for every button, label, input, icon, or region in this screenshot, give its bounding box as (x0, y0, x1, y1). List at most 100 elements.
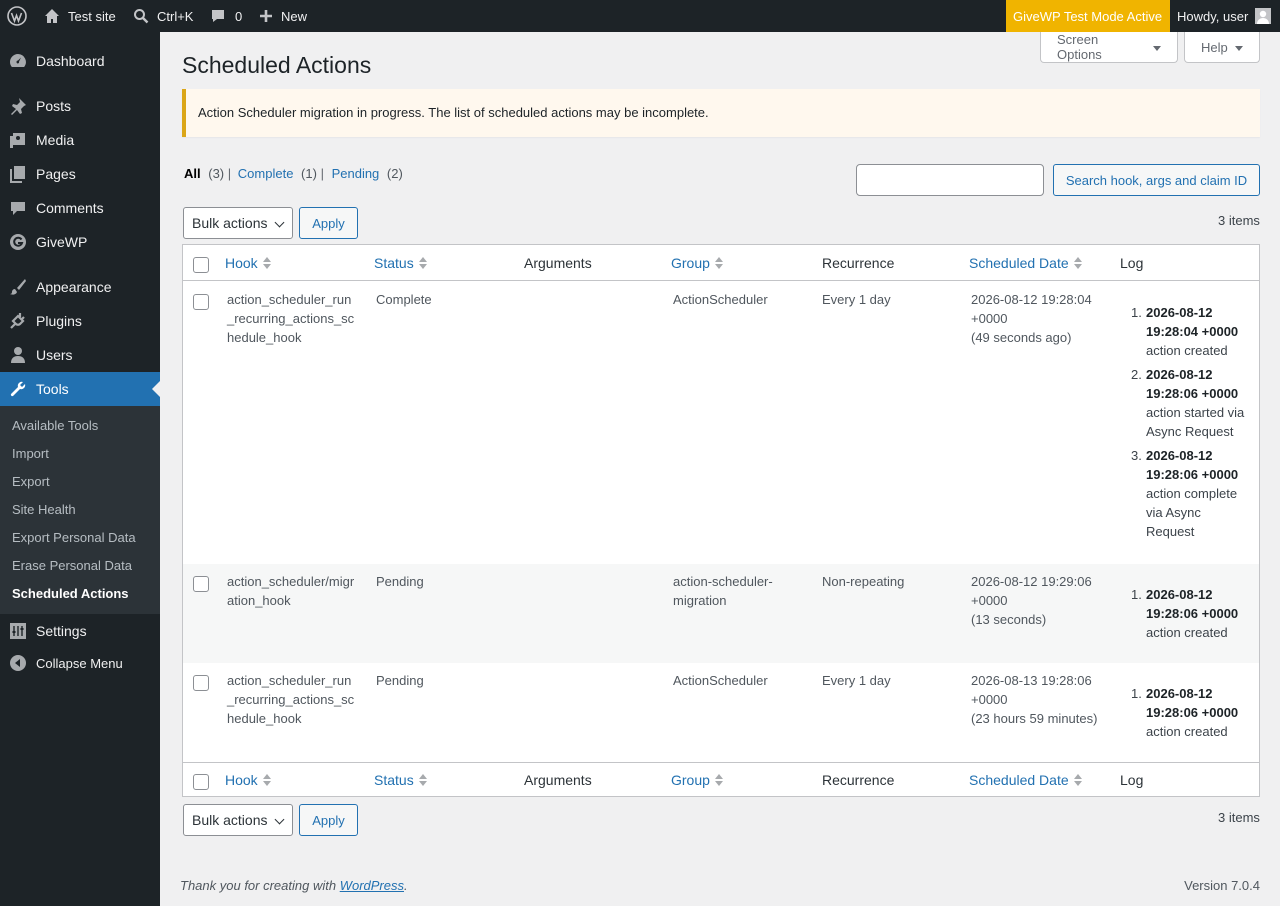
view-pending-count: (2) (386, 166, 403, 181)
column-hook-header[interactable]: Hook (225, 255, 271, 271)
column-arguments-header: Arguments (524, 772, 592, 788)
sidebar-item-dashboard[interactable]: Dashboard (0, 44, 160, 78)
collapse-menu-label: Collapse Menu (36, 655, 123, 671)
recurrence-cell: Non-repeating (822, 574, 905, 589)
column-scheduled-date-header[interactable]: Scheduled Date (969, 772, 1082, 788)
hook-cell[interactable]: action_scheduler_run _recurring_actions_s… (227, 671, 354, 728)
column-group-label[interactable]: Group (671, 772, 710, 788)
sort-icon (418, 774, 427, 786)
log-cell: 1. 2026-08-12 19:28:06 +0000 action created (1131, 684, 1254, 746)
recurrence-cell: Every 1 day (822, 673, 891, 688)
column-arguments-header: Arguments (524, 255, 592, 271)
new-content-link[interactable]: New (259, 0, 307, 32)
bulk-actions-select-bottom[interactable]: Bulk actions (183, 804, 293, 836)
sidebar-item-media[interactable]: Media (0, 123, 160, 157)
wordpress-link[interactable]: WordPress (340, 878, 404, 893)
sort-icon (262, 257, 271, 269)
apply-button-bottom[interactable]: Apply (299, 804, 358, 836)
sidebar-item-givewp[interactable]: GiveWP (0, 225, 160, 259)
hook-cell[interactable]: action_scheduler/migr ation_hook (227, 572, 354, 610)
column-group-header[interactable]: Group (671, 772, 723, 788)
notice-text: Action Scheduler migration in progress. … (198, 105, 709, 120)
submenu-scheduled-actions[interactable]: Scheduled Actions (12, 586, 129, 601)
sidebar-item-posts[interactable]: Posts (0, 89, 160, 123)
wordpress-logo-icon[interactable] (7, 0, 27, 32)
row-checkbox[interactable] (193, 576, 209, 592)
column-scheduled-date-label[interactable]: Scheduled Date (969, 772, 1069, 788)
hook-cell[interactable]: action_scheduler_run _recurring_actions_s… (227, 290, 354, 347)
column-status-label[interactable]: Status (374, 255, 414, 271)
column-status-header[interactable]: Status (374, 255, 427, 271)
media-icon (9, 131, 27, 149)
column-status-label[interactable]: Status (374, 772, 414, 788)
column-group-header[interactable]: Group (671, 255, 723, 271)
sidebar-item-label: Appearance (36, 279, 112, 295)
help-label: Help (1201, 39, 1228, 55)
status-cell: Complete (376, 292, 432, 307)
submenu-import[interactable]: Import (12, 446, 49, 461)
givewp-test-mode-badge[interactable]: GiveWP Test Mode Active (1006, 0, 1171, 32)
log-entry: 3. 2026-08-12 19:28:06 +0000 action complet… (1131, 448, 1239, 539)
column-hook-label[interactable]: Hook (225, 772, 258, 788)
sidebar-item-appearance[interactable]: Appearance (0, 270, 160, 304)
row-checkbox[interactable] (193, 675, 209, 691)
submenu-available-tools[interactable]: Available Tools (12, 418, 98, 433)
apply-button-top[interactable]: Apply (299, 207, 358, 239)
select-all-checkbox[interactable] (193, 774, 209, 790)
sidebar-item-settings[interactable]: Settings (0, 614, 160, 648)
group-cell: ActionScheduler (673, 292, 768, 307)
bulk-actions-select-top[interactable]: Bulk actions (183, 207, 293, 239)
view-separator: | (227, 166, 232, 181)
log-cell: 1. 2026-08-12 19:28:06 +0000 action created (1131, 585, 1254, 647)
chevron-down-icon (1234, 45, 1243, 51)
sliders-icon (9, 622, 27, 640)
chevron-down-icon (274, 814, 285, 825)
submenu-site-health[interactable]: Site Health (12, 502, 76, 517)
row-checkbox[interactable] (193, 294, 209, 310)
sort-icon (714, 257, 723, 269)
log-entry: 2. 2026-08-12 19:28:06 +0000 action started… (1131, 367, 1245, 439)
submenu-export[interactable]: Export (12, 474, 50, 489)
collapse-menu-button[interactable]: Collapse Menu (0, 646, 160, 680)
current-menu-arrow (152, 381, 160, 397)
account-menu[interactable]: Howdy, user (1177, 0, 1272, 32)
migration-notice: Action Scheduler migration in progress. … (182, 89, 1260, 137)
column-status-header[interactable]: Status (374, 772, 427, 788)
view-all-link[interactable]: All (184, 166, 201, 181)
sidebar-item-plugins[interactable]: Plugins (0, 304, 160, 338)
sidebar-item-comments[interactable]: Comments (0, 191, 160, 225)
column-group-label[interactable]: Group (671, 255, 710, 271)
dashboard-icon (9, 52, 27, 70)
sidebar-item-tools[interactable]: Tools (0, 372, 160, 406)
status-filter-views: All (3) | Complete (1) | Pending (2) (184, 166, 403, 181)
log-entry: 1. 2026-08-12 19:28:06 +0000 action created (1131, 587, 1239, 640)
sidebar-item-label: Pages (36, 166, 76, 182)
view-pending-link[interactable]: Pending (332, 166, 380, 181)
submenu-erase-personal-data[interactable]: Erase Personal Data (12, 558, 132, 573)
table-row: action_scheduler_run _recurring_actions_s… (183, 282, 1259, 564)
status-cell: Pending (376, 673, 424, 688)
column-hook-label[interactable]: Hook (225, 255, 258, 271)
main-content: Screen Options Help Scheduled Actions Ac… (160, 32, 1280, 906)
admin-sidebar: Dashboard Posts Media Pages Comments Giv… (0, 32, 160, 906)
column-scheduled-date-label[interactable]: Scheduled Date (969, 255, 1069, 271)
view-complete-link[interactable]: Complete (238, 166, 294, 181)
comments-link[interactable]: 0 (210, 0, 242, 32)
items-count-top: 3 items (1218, 213, 1260, 228)
sidebar-item-pages[interactable]: Pages (0, 157, 160, 191)
search-button[interactable]: Search hook, args and claim ID (1053, 164, 1260, 196)
select-all-checkbox[interactable] (193, 257, 209, 273)
plug-icon (9, 312, 27, 330)
command-palette-button[interactable]: Ctrl+K (133, 0, 193, 32)
sidebar-item-users[interactable]: Users (0, 338, 160, 372)
help-button[interactable]: Help (1184, 32, 1260, 63)
screen-options-button[interactable]: Screen Options (1040, 32, 1178, 63)
admin-bar: Test site Ctrl+K 0 New GiveWP Test Mode … (0, 0, 1280, 32)
column-recurrence-header: Recurrence (822, 772, 895, 788)
search-input[interactable] (856, 164, 1044, 196)
sidebar-item-label: GiveWP (36, 234, 88, 250)
column-scheduled-date-header[interactable]: Scheduled Date (969, 255, 1082, 271)
column-hook-header[interactable]: Hook (225, 772, 271, 788)
submenu-export-personal-data[interactable]: Export Personal Data (12, 530, 136, 545)
site-name-link[interactable]: Test site (44, 0, 116, 32)
